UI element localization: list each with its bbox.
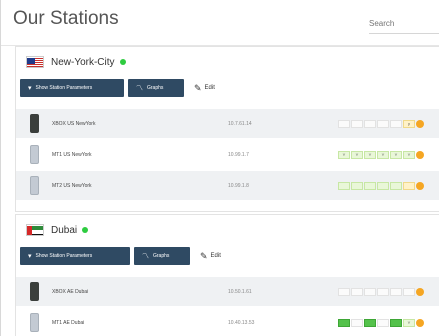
status-segment: Y: [403, 150, 415, 159]
status-segment: [364, 119, 376, 128]
online-status-dot: [119, 59, 126, 65]
device-icon: [30, 114, 39, 133]
city-name: New-York-City: [51, 56, 115, 68]
status-segment: [390, 318, 402, 327]
graphs-button[interactable]: 〽 Graphs: [128, 79, 184, 97]
station-name: MT1 US NewYork: [52, 151, 92, 158]
show-station-parameters-button[interactable]: ▾ Show Station Parameters: [20, 79, 124, 97]
status-segment: [351, 181, 363, 190]
pencil-icon: ✎: [194, 82, 202, 93]
station-name: XBOX US NewYork: [52, 120, 96, 127]
stations-page: Our Stations New-York-City: [0, 0, 439, 336]
status-segment: Y: [338, 150, 350, 159]
status-segment: [390, 181, 402, 190]
status-segment: [351, 287, 363, 296]
line-chart-icon: 〽: [142, 253, 149, 260]
station-name: MT2 US NewYork: [52, 182, 92, 189]
station-ip: 10.7.61.14: [228, 120, 252, 127]
status-dot-icon: [416, 181, 424, 190]
us-flag-icon: [26, 56, 44, 68]
status-segment: Y: [390, 150, 402, 159]
status-segment: [390, 287, 402, 296]
status-bar: Y Y Y Y Y Y: [338, 150, 424, 159]
pencil-icon: ✎: [200, 250, 208, 261]
status-bar: [338, 181, 424, 190]
group-header: New-York-City: [26, 53, 126, 71]
device-icon: [30, 145, 39, 164]
status-bar: Y: [338, 318, 424, 327]
group-toolbar: ▾ Show Station Parameters 〽 Graphs ✎ Edi…: [20, 79, 215, 97]
station-ip: 10.99.1.7: [228, 151, 249, 158]
station-row[interactable]: MT1 AE Dubai 10.40.13.53 Y: [16, 308, 439, 336]
status-segment: [351, 318, 363, 327]
station-ip: 10.40.13.53: [228, 319, 255, 326]
status-dot-icon: [416, 150, 424, 159]
station-row[interactable]: MT2 US NewYork 10.99.1.8: [16, 171, 439, 200]
status-dot-icon: [416, 287, 424, 296]
status-dot-icon: [416, 119, 424, 128]
status-segment: [364, 318, 376, 327]
ae-flag-icon: [26, 224, 44, 236]
status-segment: [364, 181, 376, 190]
device-icon: [30, 282, 39, 301]
station-group-newyork: New-York-City ▾ Show Station Parameters …: [15, 46, 439, 212]
station-row[interactable]: XBOX AE Dubai 10.50.1.61: [16, 277, 439, 306]
edit-button[interactable]: ✎ Edit: [194, 83, 215, 94]
status-segment: [403, 181, 415, 190]
status-dot-icon: [416, 318, 424, 327]
status-segment: Y: [364, 150, 376, 159]
status-segment: [377, 287, 389, 296]
status-segment: [377, 318, 389, 327]
station-ip: 10.99.1.8: [228, 182, 249, 189]
status-segment: [351, 119, 363, 128]
station-ip: 10.50.1.61: [228, 288, 252, 295]
status-segment: [377, 119, 389, 128]
status-segment: [377, 181, 389, 190]
station-name: XBOX AE Dubai: [52, 288, 89, 295]
online-status-dot: [82, 227, 89, 233]
chevron-down-icon: ▾: [28, 253, 32, 260]
status-segment: y: [403, 119, 415, 128]
group-header: Dubai: [26, 221, 89, 239]
device-icon: [30, 176, 39, 195]
status-segment: [338, 287, 350, 296]
station-row[interactable]: MT1 US NewYork 10.99.1.7 Y Y Y Y Y Y: [16, 140, 439, 169]
status-segment: [338, 119, 350, 128]
graphs-button[interactable]: 〽 Graphs: [134, 247, 190, 265]
status-segment: [403, 287, 415, 296]
page-header: Our Stations: [1, 0, 439, 46]
status-segment: [390, 119, 402, 128]
search-input[interactable]: [369, 14, 439, 34]
station-name: MT1 AE Dubai: [52, 319, 85, 326]
station-group-dubai: Dubai ▾ Show Station Parameters 〽 Graphs…: [15, 214, 439, 336]
status-segment: [338, 318, 350, 327]
show-station-parameters-button[interactable]: ▾ Show Station Parameters: [20, 247, 130, 265]
line-chart-icon: 〽: [136, 85, 143, 92]
status-segment: Y: [403, 318, 415, 327]
status-segment: [338, 181, 350, 190]
station-row[interactable]: XBOX US NewYork 10.7.61.14 y: [16, 109, 439, 138]
status-bar: [338, 287, 424, 296]
status-segment: Y: [377, 150, 389, 159]
page-title: Our Stations: [13, 8, 119, 29]
status-segment: Y: [351, 150, 363, 159]
status-segment: [364, 287, 376, 296]
chevron-down-icon: ▾: [28, 85, 32, 92]
device-icon: [30, 313, 39, 332]
edit-button[interactable]: ✎ Edit: [200, 251, 221, 262]
city-name: Dubai: [51, 224, 78, 236]
group-toolbar: ▾ Show Station Parameters 〽 Graphs ✎ Edi…: [20, 247, 221, 265]
status-bar: y: [338, 119, 424, 128]
